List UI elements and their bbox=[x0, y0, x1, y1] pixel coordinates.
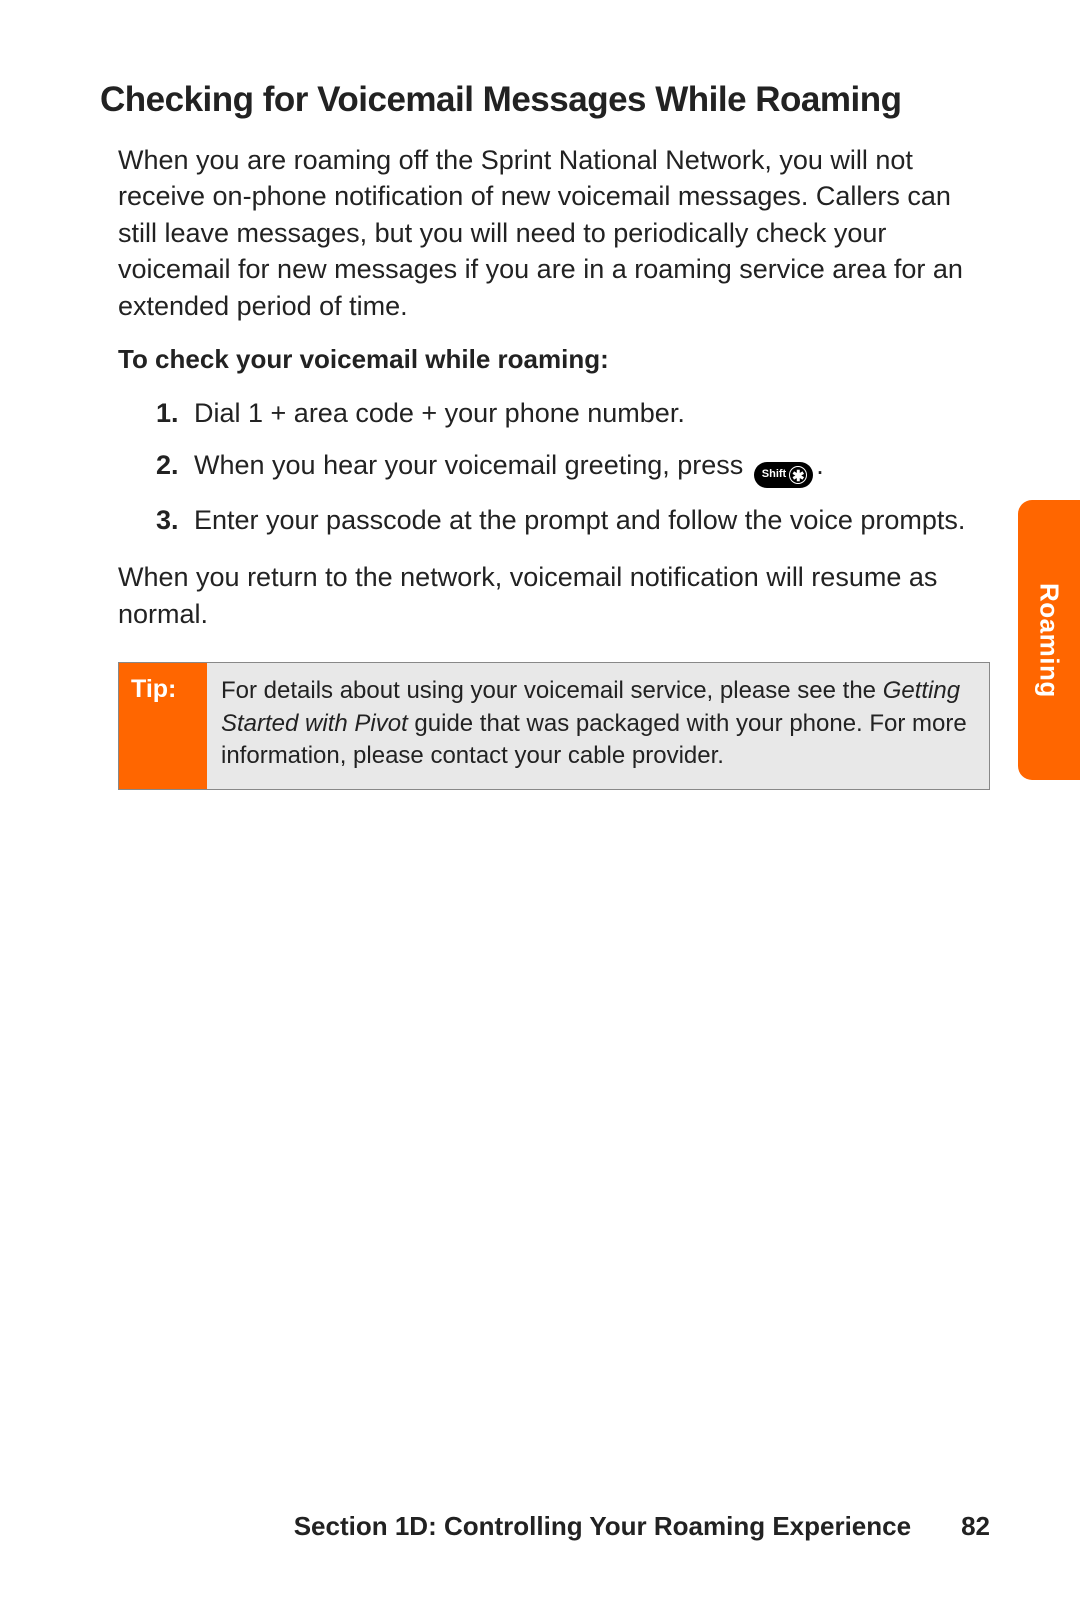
footer-section: Section 1D: Controlling Your Roaming Exp… bbox=[294, 1511, 911, 1542]
shift-label: Shift bbox=[762, 467, 786, 482]
outro-paragraph: When you return to the network, voicemai… bbox=[118, 559, 990, 632]
list-item: 2. When you hear your voicemail greeting… bbox=[156, 447, 990, 488]
asterisk-icon: ✱ bbox=[789, 466, 807, 484]
tip-body: For details about using your voicemail s… bbox=[207, 663, 989, 788]
tip-callout: Tip: For details about using your voicem… bbox=[118, 662, 990, 789]
list-number: 3. bbox=[156, 502, 194, 540]
shift-asterisk-key-icon: Shift✱ bbox=[754, 462, 813, 488]
numbered-list: 1. Dial 1 + area code + your phone numbe… bbox=[118, 395, 990, 539]
list-text: Dial 1 + area code + your phone number. bbox=[194, 395, 990, 433]
list-text: When you hear your voicemail greeting, p… bbox=[194, 447, 990, 488]
list-item: 3. Enter your passcode at the prompt and… bbox=[156, 502, 990, 540]
subheading: To check your voicemail while roaming: bbox=[118, 344, 990, 375]
document-page: Checking for Voicemail Messages While Ro… bbox=[0, 0, 1080, 790]
page-footer: Section 1D: Controlling Your Roaming Exp… bbox=[294, 1511, 990, 1542]
step-text-after: . bbox=[816, 450, 824, 480]
list-number: 1. bbox=[156, 395, 194, 433]
page-heading: Checking for Voicemail Messages While Ro… bbox=[100, 80, 990, 120]
side-tab-label: Roaming bbox=[1034, 583, 1065, 698]
intro-paragraph: When you are roaming off the Sprint Nati… bbox=[118, 142, 990, 324]
tip-text-before: For details about using your voicemail s… bbox=[221, 677, 883, 704]
section-side-tab: Roaming bbox=[1018, 500, 1080, 780]
list-number: 2. bbox=[156, 447, 194, 488]
list-text: Enter your passcode at the prompt and fo… bbox=[194, 502, 990, 540]
step-text-before: When you hear your voicemail greeting, p… bbox=[194, 450, 751, 480]
footer-page-number: 82 bbox=[961, 1511, 990, 1542]
tip-label: Tip: bbox=[119, 663, 207, 788]
list-item: 1. Dial 1 + area code + your phone numbe… bbox=[156, 395, 990, 433]
